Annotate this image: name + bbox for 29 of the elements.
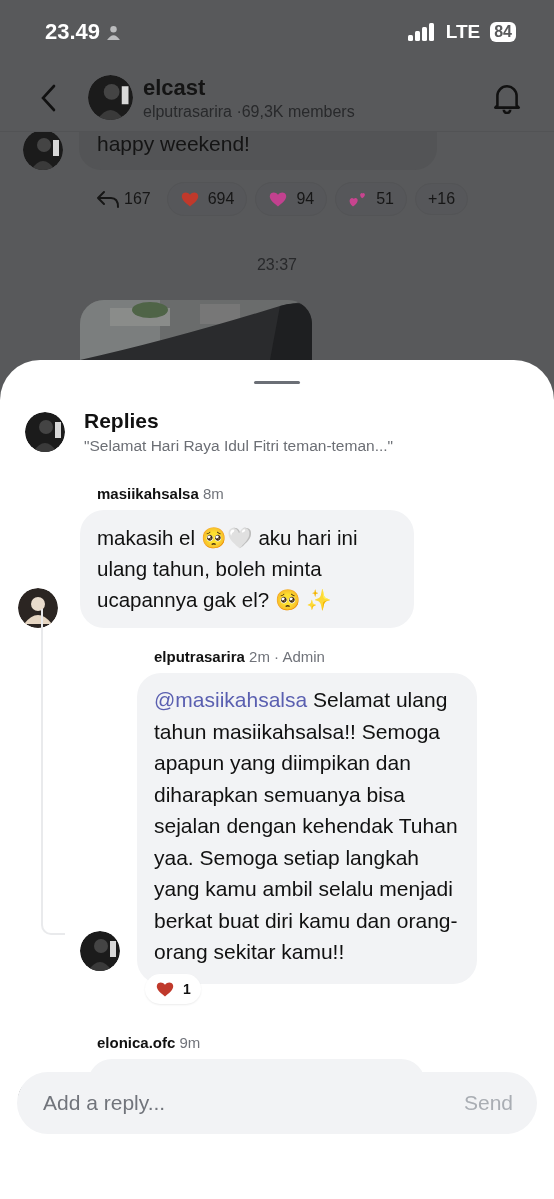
reply-count-button[interactable]: 167 [96,189,159,209]
signal-icon [407,23,436,42]
reply-time: 2m [249,648,270,665]
reaction-chip[interactable]: 94 [255,182,328,216]
battery-level: 84 [490,22,516,43]
reply-time: 8m [202,485,224,502]
person-icon [106,24,122,40]
reply-bubble: makasih el 🥺🤍 aku hari ini ulang tahun, boleh minta ucapannya gak el? 🥺 ✨ [80,510,414,628]
avatar-icon [25,412,65,452]
reply-bubble: @masiikahsalsa Selamat ulang tahun masiikahsalsa!! Semoga apapun yang diimpikan dan diharapkan semuanya bisa sejalan dengan kehendak Tuhan yaa. Semoga setiap langkah yang kamu ambil selalu menjadi berkat buat diri kamu dan orang-orang sekitar kamu!! [137,673,477,984]
sheet-handle[interactable] [254,381,300,384]
sheet-title: Replies [84,409,160,433]
reply-icon [96,189,120,209]
reply-time: 9m [179,1033,201,1051]
reaction-chip[interactable]: 1 [145,973,201,1004]
avatar-icon [88,75,133,121]
channel-title: elcast [143,74,207,101]
network-label: LTE [445,21,481,44]
reaction-chip[interactable]: 51 [335,182,407,216]
status-time: 23.49 [45,19,101,46]
avatar-icon [23,130,63,170]
mention-link[interactable]: @masiikahsalsa [154,688,308,711]
author-role: · Admin [274,648,325,665]
reaction-chip[interactable]: +16 [415,183,469,215]
reply-author: elputrasarira [154,648,245,665]
reply-author: elonica.ofc [97,1033,176,1051]
reaction-chip[interactable]: 694 [166,182,248,216]
reply-author: masiikahsalsa [97,485,199,502]
quoted-message: "Selamat Hari Raya Idul Fitri teman-teman..." [84,437,394,455]
